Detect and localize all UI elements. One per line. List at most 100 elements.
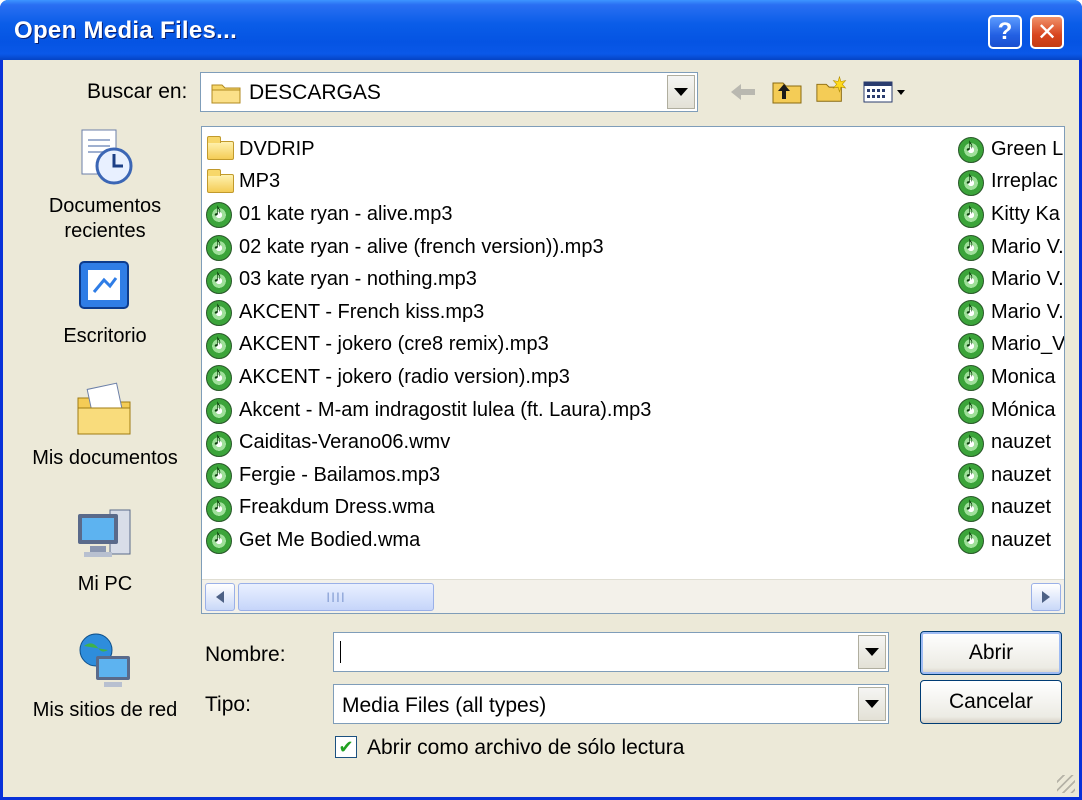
media-file-icon	[204, 428, 236, 458]
file-item[interactable]: Irreplac	[956, 166, 1064, 199]
media-file-icon	[956, 395, 988, 425]
media-file-icon	[956, 134, 988, 164]
file-item[interactable]: 03 kate ryan - nothing.mp3	[204, 263, 651, 296]
folder-item[interactable]: DVDRIP	[204, 133, 651, 166]
file-item[interactable]: AKCENT - French kiss.mp3	[204, 296, 651, 329]
file-name: Irreplac	[991, 170, 1058, 193]
place-label: Escritorio	[63, 325, 147, 347]
horizontal-scrollbar[interactable]: IIII	[202, 579, 1064, 613]
up-one-level-icon[interactable]	[771, 76, 803, 106]
close-icon: ✕	[1036, 18, 1058, 46]
place-recent-documents[interactable]: Documentos recientes	[13, 126, 197, 244]
help-button[interactable]: ?	[988, 15, 1022, 49]
file-item[interactable]: nauzet	[956, 492, 1064, 525]
folder-icon	[204, 167, 236, 197]
media-file-icon	[204, 493, 236, 523]
file-name: Mario V.	[991, 300, 1064, 323]
media-file-icon	[956, 460, 988, 490]
filename-dropdown[interactable]	[856, 633, 888, 671]
file-item[interactable]: Mario V.	[956, 231, 1064, 264]
file-item[interactable]: Mario_V	[956, 329, 1065, 362]
file-item[interactable]: 02 kate ryan - alive (french version)).m…	[204, 231, 651, 264]
file-item[interactable]: Akcent - M-am indragostit lulea (ft. Lau…	[204, 394, 651, 427]
media-file-icon	[204, 460, 236, 490]
file-item[interactable]: nauzet	[956, 524, 1064, 557]
scroll-left-button[interactable]	[205, 583, 235, 611]
back-icon[interactable]	[727, 77, 759, 107]
file-item[interactable]: Monica	[956, 361, 1064, 394]
file-name: 03 kate ryan - nothing.mp3	[239, 268, 477, 291]
filetype-value: Media Files (all types)	[342, 694, 547, 717]
lookin-combo[interactable]: DESCARGAS	[200, 72, 698, 112]
media-file-icon	[204, 362, 236, 392]
resize-grip[interactable]	[1057, 775, 1075, 793]
my-documents-icon	[74, 378, 136, 440]
file-name: Mario_V	[991, 333, 1065, 356]
file-item[interactable]: nauzet	[956, 459, 1064, 492]
file-item[interactable]: AKCENT - jokero (radio version).mp3	[204, 361, 651, 394]
folder-icon	[211, 80, 241, 104]
text-cursor	[340, 641, 341, 663]
network-places-icon	[74, 630, 136, 692]
file-item[interactable]: Mónica	[956, 394, 1064, 427]
file-name: DVDRIP	[239, 137, 315, 160]
media-file-icon	[956, 525, 988, 555]
recent-documents-icon	[74, 126, 136, 188]
file-item[interactable]: nauzet	[956, 426, 1064, 459]
cancel-button[interactable]: Cancelar	[920, 680, 1062, 724]
new-folder-icon[interactable]	[815, 74, 847, 104]
filetype-label: Tipo:	[205, 693, 251, 716]
place-desktop[interactable]: Escritorio	[13, 256, 197, 349]
media-file-icon	[956, 297, 988, 327]
lookin-value: DESCARGAS	[249, 81, 381, 104]
media-file-icon	[956, 330, 988, 360]
media-file-icon	[204, 265, 236, 295]
file-item[interactable]: Fergie - Bailamos.mp3	[204, 459, 651, 492]
media-file-icon	[956, 428, 988, 458]
media-file-icon	[956, 199, 988, 229]
scroll-right-button[interactable]	[1031, 583, 1061, 611]
file-item[interactable]: Mario V.	[956, 263, 1064, 296]
file-name: AKCENT - jokero (cre8 remix).mp3	[239, 333, 549, 356]
help-icon: ?	[997, 18, 1013, 45]
file-name: Akcent - M-am indragostit lulea (ft. Lau…	[239, 398, 652, 421]
file-name: Green L	[991, 137, 1064, 160]
readonly-checkbox[interactable]: ✔	[335, 736, 357, 758]
file-item[interactable]: Mario V.	[956, 296, 1064, 329]
file-name: AKCENT - French kiss.mp3	[239, 300, 485, 323]
file-item[interactable]: 01 kate ryan - alive.mp3	[204, 198, 651, 231]
scrollbar-thumb[interactable]: IIII	[238, 583, 434, 611]
window-title: Open Media Files...	[14, 17, 238, 44]
filetype-select[interactable]: Media Files (all types)	[333, 684, 889, 724]
filename-field[interactable]	[333, 632, 889, 672]
title-bar[interactable]: Open Media Files... ? ✕	[0, 0, 1082, 60]
file-name: MP3	[239, 170, 281, 193]
file-item[interactable]: Kitty Ka	[956, 198, 1064, 231]
file-item[interactable]: Green L	[956, 133, 1064, 166]
place-my-documents[interactable]: Mis documentos	[13, 378, 197, 471]
folder-item[interactable]: MP3	[204, 166, 651, 199]
file-item[interactable]: Freakdum Dress.wma	[204, 492, 651, 525]
file-name: Get Me Bodied.wma	[239, 528, 421, 551]
file-name: Mónica	[991, 398, 1056, 421]
place-network[interactable]: Mis sitios de red	[13, 630, 197, 723]
media-file-icon	[204, 232, 236, 262]
checkmark-icon: ✔	[338, 736, 354, 757]
readonly-label[interactable]: Abrir como archivo de sólo lectura	[367, 736, 684, 760]
place-my-computer[interactable]: Mi PC	[13, 504, 197, 597]
view-menu-icon[interactable]	[861, 77, 909, 107]
chevron-down-icon[interactable]	[858, 687, 886, 721]
file-list[interactable]: DVDRIP MP3 01 kate ryan - alive.mp3 02 kate…	[201, 126, 1065, 614]
file-item[interactable]: Get Me Bodied.wma	[204, 524, 651, 557]
close-button[interactable]: ✕	[1030, 15, 1064, 49]
open-media-files-dialog: Open Media Files... ? ✕ Buscar en: DESCA…	[0, 0, 1082, 800]
file-name: AKCENT - jokero (radio version).mp3	[239, 365, 570, 388]
media-file-icon	[956, 265, 988, 295]
file-item[interactable]: AKCENT - jokero (cre8 remix).mp3	[204, 329, 651, 362]
open-button[interactable]: Abrir	[920, 631, 1062, 675]
file-name: Freakdum Dress.wma	[239, 496, 435, 519]
file-item[interactable]: Caiditas-Verano06.wmv	[204, 426, 651, 459]
lookin-dropdown-arrow[interactable]	[667, 75, 695, 109]
file-name: Caiditas-Verano06.wmv	[239, 431, 451, 454]
file-name: nauzet	[991, 463, 1052, 486]
